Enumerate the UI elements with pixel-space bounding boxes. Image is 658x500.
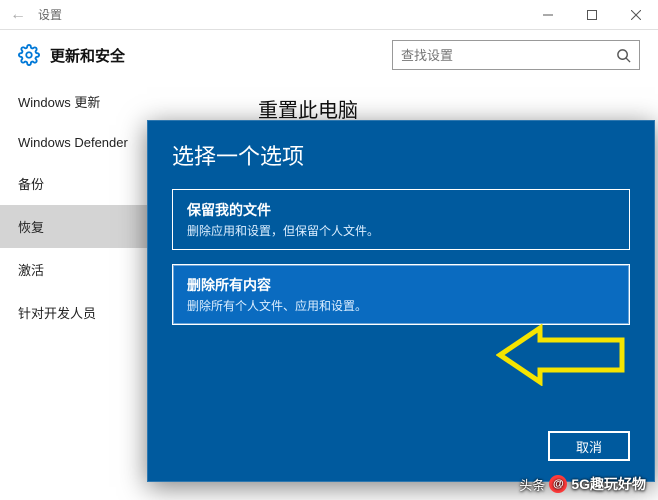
watermark-prefix: 头条 (519, 475, 545, 494)
search-box[interactable] (392, 40, 640, 70)
sidebar-item-label: Windows 更新 (18, 95, 100, 110)
sidebar-item-label: 备份 (18, 177, 44, 192)
title-bar: ← 设置 (0, 0, 658, 30)
search-icon (616, 48, 631, 63)
back-icon[interactable]: ← (10, 6, 26, 24)
reset-dialog: 选择一个选项 保留我的文件 删除应用和设置，但保留个人文件。 删除所有内容 删除… (147, 120, 655, 482)
option-desc: 删除所有个人文件、应用和设置。 (187, 297, 615, 314)
at-icon: @ (549, 475, 567, 493)
sidebar-item-label: 恢复 (18, 220, 44, 235)
window-controls (526, 0, 658, 30)
watermark-handle: 5G趣玩好物 (571, 474, 646, 494)
main-title: 重置此电脑 (258, 94, 628, 123)
settings-header: 更新和安全 (0, 30, 658, 80)
window-title: 设置 (38, 6, 62, 23)
close-button[interactable] (614, 0, 658, 30)
sidebar-item-label: Windows Defender (18, 135, 128, 150)
option-desc: 删除应用和设置，但保留个人文件。 (187, 222, 615, 239)
search-input[interactable] (401, 48, 616, 63)
option-title: 保留我的文件 (187, 200, 615, 220)
sidebar-item-label: 激活 (18, 263, 44, 278)
maximize-button[interactable] (570, 0, 614, 30)
sidebar-item-label: 针对开发人员 (18, 306, 96, 321)
dialog-title: 选择一个选项 (172, 139, 630, 171)
cancel-button[interactable]: 取消 (548, 431, 630, 461)
title-bar-left: ← 设置 (0, 6, 62, 24)
option-remove-everything[interactable]: 删除所有内容 删除所有个人文件、应用和设置。 (172, 264, 630, 325)
gear-icon (18, 44, 40, 66)
page-title: 更新和安全 (50, 45, 125, 66)
minimize-button[interactable] (526, 0, 570, 30)
sidebar-item-windows-update[interactable]: Windows 更新 (0, 80, 228, 123)
watermark: 头条 @ 5G趣玩好物 (519, 474, 646, 494)
option-keep-files[interactable]: 保留我的文件 删除应用和设置，但保留个人文件。 (172, 189, 630, 250)
option-title: 删除所有内容 (187, 275, 615, 295)
